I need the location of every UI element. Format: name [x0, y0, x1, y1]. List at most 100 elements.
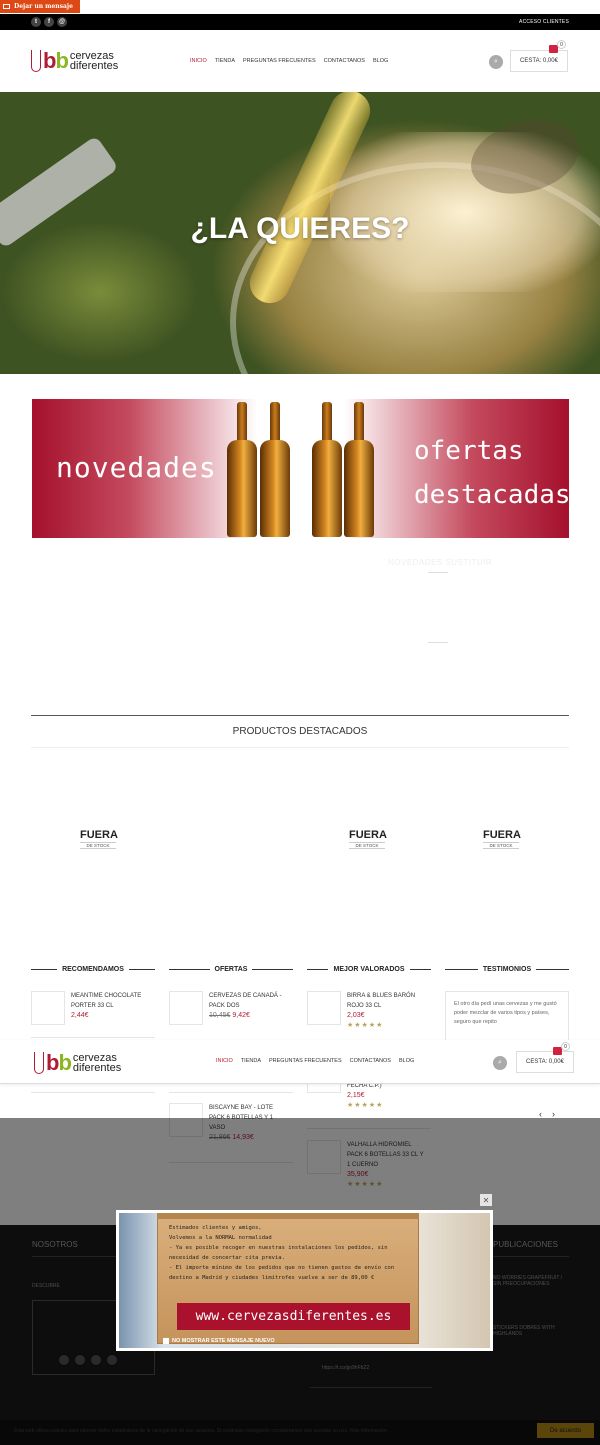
section-divider — [31, 747, 569, 748]
cart-label: CESTA: 0,00€ — [526, 1059, 564, 1065]
site-header: bb cervezas diferentes INICIO TIENDA PREG… — [0, 30, 600, 92]
popup-line: - Ya es posible recoger en nuestras inst… — [169, 1245, 388, 1261]
logo-bb: bb — [43, 48, 69, 74]
cart-count-badge: 0 — [557, 40, 566, 49]
product-name[interactable]: BIRRA & BLUES BARÓN ROJO 33 CL — [347, 991, 427, 1011]
section-divider — [31, 715, 569, 716]
cart-button[interactable]: CESTA: 0,00€ — [516, 1051, 574, 1073]
product-item[interactable]: MEANTIME CHOCOLATE PORTER 33 CL 2,44€ — [31, 991, 151, 1025]
beer-glass-icon — [31, 50, 41, 72]
cart-count-badge: 0 — [561, 1042, 570, 1051]
column-recomendamos: RECOMENDAMOS — [31, 966, 155, 973]
logo-b-red: b — [46, 1050, 59, 1075]
out-of-stock-badge: FUERA DE STOCK — [483, 829, 521, 849]
product-price: 2,15€ — [347, 1092, 365, 1099]
popup-message: Estimados clientes y amigos, Volvemos a … — [169, 1223, 409, 1283]
product-item[interactable]: BIRRA & BLUES BARÓN ROJO 33 CL 2,03€ ★★★… — [307, 991, 427, 1031]
popup-line: - El importe mínimo de los pedidos que n… — [169, 1265, 395, 1281]
logo-b-red: b — [43, 48, 56, 73]
checkbox[interactable] — [163, 1338, 169, 1344]
nav-blog[interactable]: BLOG — [399, 1058, 414, 1064]
testimonial-card: El otro día pedí unas cervezas y me gust… — [445, 991, 569, 1046]
nav-inicio[interactable]: INICIO — [190, 58, 207, 64]
popup-line: Estimados clientes y amigos, — [169, 1225, 262, 1231]
leave-message-tab[interactable]: Dejar un mensaje — [0, 0, 80, 13]
email-icon[interactable]: @ — [57, 17, 67, 27]
nav-tienda[interactable]: TIENDA — [241, 1058, 261, 1064]
nav-contactanos[interactable]: CONTACTANOS — [350, 1058, 391, 1064]
divider — [428, 642, 448, 643]
product-info: FECHA C.P.) 2,15€ ★★★★★ — [347, 1081, 427, 1111]
product-item[interactable]: CERVEZAS DE CANADÁ - PACK DOS 10,45€ 9,4… — [169, 991, 289, 1025]
logo-bb: bb — [46, 1050, 72, 1076]
out-of-stock-small: DE STOCK — [80, 842, 116, 849]
logo-b-green: b — [58, 1050, 71, 1075]
logo-words: cervezas diferentes — [72, 1053, 122, 1074]
column-title: MEJOR VALORADOS — [307, 966, 431, 973]
out-of-stock-big: FUERA — [483, 829, 521, 841]
product-thumbnail[interactable] — [31, 991, 65, 1025]
out-of-stock-badge: FUERA DE STOCK — [80, 830, 118, 849]
nav-tienda[interactable]: TIENDA — [215, 58, 235, 64]
product-item[interactable]: FECHA C.P.) 2,15€ ★★★★★ — [307, 1081, 427, 1111]
twitter-icon[interactable]: t — [31, 17, 41, 27]
novedades-faint-heading: NOVEDADES SUSTITUIR — [388, 558, 493, 567]
out-of-stock-small: DE STOCK — [483, 842, 519, 849]
product-name[interactable]: CERVEZAS DE CANADÁ - PACK DOS — [209, 991, 289, 1011]
column-testimonios: TESTIMONIOS — [445, 966, 569, 973]
nav-preguntas-frecuentes[interactable]: PREGUNTAS FRECUENTES — [269, 1058, 342, 1064]
beer-bottle-image — [260, 402, 290, 537]
search-icon[interactable]: ⌕ — [489, 55, 503, 69]
logo-b-green: b — [55, 48, 68, 73]
box-tape — [157, 1213, 419, 1219]
product-info: MEANTIME CHOCOLATE PORTER 33 CL 2,44€ — [71, 991, 151, 1025]
banner-novedades: novedades — [56, 451, 217, 484]
product-thumbnail[interactable] — [307, 991, 341, 1025]
column-ofertas: OFERTAS — [169, 966, 293, 973]
product-info: BIRRA & BLUES BARÓN ROJO 33 CL 2,03€ ★★★… — [347, 991, 427, 1031]
column-title: RECOMENDAMOS — [31, 966, 155, 973]
site-logo[interactable]: bb cervezas diferentes — [31, 48, 118, 74]
product-thumbnail[interactable] — [169, 991, 203, 1025]
out-of-stock-small: DE STOCK — [349, 842, 385, 849]
logo-line2: diferentes — [72, 1062, 122, 1074]
cart-button[interactable]: CESTA: 0,00€ — [510, 50, 568, 72]
product-info: CERVEZAS DE CANADÁ - PACK DOS 10,45€ 9,4… — [209, 991, 289, 1025]
product-name[interactable]: MEANTIME CHOCOLATE PORTER 33 CL — [71, 991, 151, 1011]
column-title-text: MEJOR VALORADOS — [333, 966, 405, 973]
column-title-text: RECOMENDAMOS — [62, 966, 124, 973]
divider — [169, 1092, 293, 1093]
product-price: 2,03€ — [347, 1012, 365, 1019]
envelope-icon — [3, 4, 10, 9]
divider — [31, 1092, 155, 1093]
nav-contactanos[interactable]: CONTACTANOS — [324, 58, 365, 64]
product-sale-price: 9,42€ — [232, 1012, 250, 1019]
out-of-stock-badge: FUERA DE STOCK — [349, 830, 387, 849]
popup-image: Estimados clientes y amigos, Volvemos a … — [119, 1213, 490, 1348]
site-logo[interactable]: bb cervezas diferentes — [34, 1050, 121, 1076]
divider — [31, 1037, 155, 1038]
featured-products-title: PRODUCTOS DESTACADOS — [232, 726, 368, 737]
search-icon[interactable]: ⌕ — [493, 1056, 507, 1070]
product-old-price: 10,45€ — [209, 1012, 231, 1019]
product-price: 10,45€ 9,42€ — [209, 1011, 289, 1021]
logo-words: cervezas diferentes — [70, 51, 118, 72]
banner-ofertas: ofertas — [414, 436, 524, 466]
nav-preguntas-frecuentes[interactable]: PREGUNTAS FRECUENTES — [243, 58, 316, 64]
customer-access-link[interactable]: ACCESO CLIENTES — [519, 19, 569, 25]
nav-inicio[interactable]: INICIO — [216, 1058, 233, 1064]
hero-title: ¿LA QUIERES? — [190, 212, 410, 245]
column-mejor-valorados: MEJOR VALORADOS — [307, 966, 431, 973]
nav-blog[interactable]: BLOG — [373, 58, 388, 64]
column-title-text: TESTIMONIOS — [482, 966, 532, 973]
promo-banner[interactable]: novedades ofertas destacadas — [32, 399, 569, 538]
hero-banner[interactable]: ¿LA QUIERES? — [0, 92, 600, 374]
popup-dont-show-again[interactable]: NO MOSTRAR ESTE MENSAJE NUEVO — [163, 1338, 275, 1344]
popup-close-icon[interactable]: ✕ — [480, 1194, 492, 1206]
rating-stars: ★★★★★ — [347, 1022, 384, 1029]
popup-website-url[interactable]: www.cervezasdiferentes.es — [177, 1303, 410, 1330]
divider — [428, 572, 448, 573]
facebook-icon[interactable]: f — [44, 17, 54, 27]
beer-bottle-image — [227, 402, 257, 537]
leave-message-label: Dejar un mensaje — [14, 3, 73, 10]
